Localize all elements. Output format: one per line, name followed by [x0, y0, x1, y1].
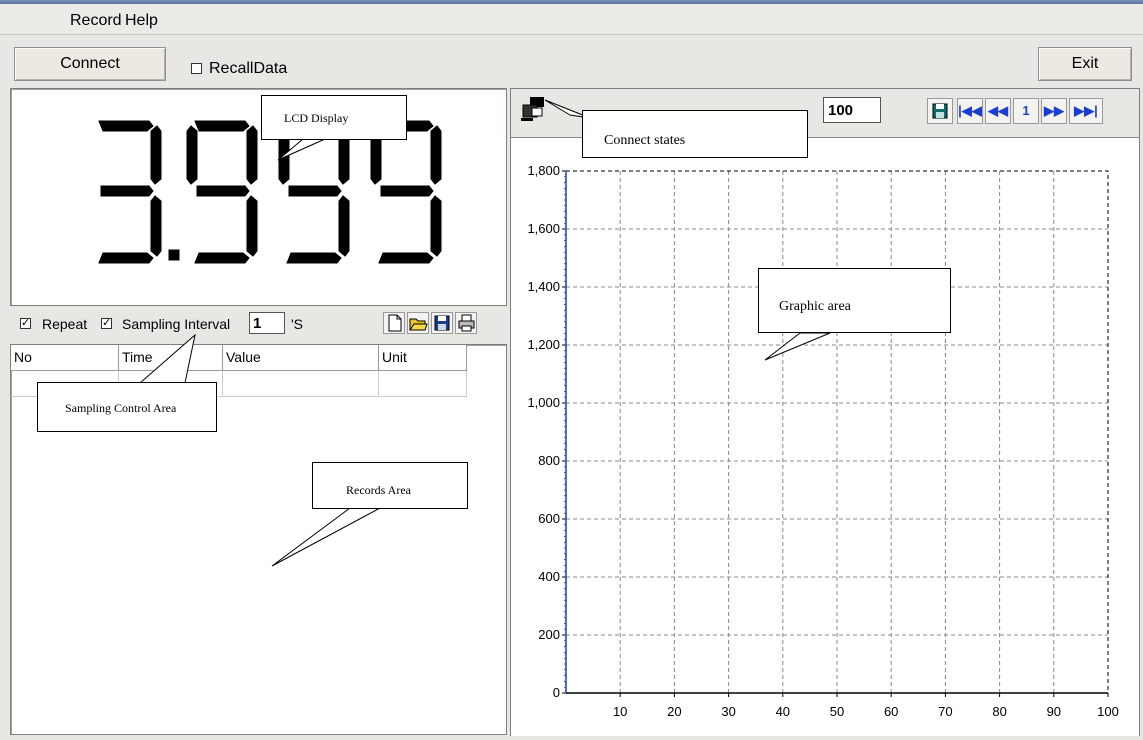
- recall-data-label: RecallData: [209, 60, 288, 77]
- interval-unit-label: 'S: [291, 316, 304, 332]
- next-page-icon[interactable]: ▶▶: [1041, 98, 1067, 124]
- column-header-value[interactable]: Value: [223, 345, 379, 371]
- lcd-digit-3: [98, 120, 162, 264]
- save-icon[interactable]: [431, 312, 453, 334]
- x-tick-label: 50: [830, 704, 844, 719]
- y-tick-label: 800: [538, 453, 560, 468]
- table-cell: [223, 371, 379, 397]
- y-tick-label: 1,800: [527, 163, 560, 178]
- y-tick-label: 1,000: [527, 395, 560, 410]
- menu-record[interactable]: Record: [70, 12, 122, 30]
- repeat-checkbox[interactable]: ✓: [20, 318, 31, 329]
- x-tick-label: 60: [884, 704, 898, 719]
- previous-page-icon[interactable]: ◀◀: [985, 98, 1011, 124]
- last-page-icon[interactable]: ▶▶|: [1069, 98, 1103, 124]
- lcd-display-callout: LCD Display: [261, 95, 407, 140]
- column-header-time[interactable]: Time: [119, 345, 223, 371]
- x-tick-label: 100: [1097, 704, 1119, 719]
- connect-button[interactable]: Connect: [14, 47, 166, 81]
- y-tick-label: 600: [538, 511, 560, 526]
- repeat-label: Repeat: [42, 316, 88, 332]
- graphic-area-callout: Graphic area: [758, 268, 951, 333]
- lcd-display-panel: [10, 88, 507, 306]
- menu-help[interactable]: Help: [125, 12, 158, 30]
- x-tick-label: 30: [721, 704, 735, 719]
- column-header-unit[interactable]: Unit: [379, 345, 467, 371]
- x-tick-label: 10: [613, 704, 627, 719]
- lcd-digit-9b: [278, 120, 350, 264]
- column-header-no[interactable]: No: [11, 345, 119, 371]
- open-folder-icon[interactable]: [407, 312, 429, 334]
- sampling-interval-checkbox[interactable]: ✓: [101, 318, 112, 329]
- x-tick-label: 20: [667, 704, 681, 719]
- lcd-digit-9c: [370, 120, 442, 264]
- x-tick-label: 80: [992, 704, 1006, 719]
- page-number: 1: [1013, 98, 1039, 124]
- graph-chart: 0 200 400 600 800 1,000 1,200 1,400 1,600 1,800 10…: [527, 163, 1119, 719]
- window-edge: [0, 0, 1143, 4]
- table-cell: [379, 371, 467, 397]
- new-file-icon[interactable]: [383, 312, 405, 334]
- x-tick-label: 70: [938, 704, 952, 719]
- lcd-decimal-point: [168, 249, 180, 261]
- records-area-callout: Records Area: [312, 462, 468, 509]
- display-points-input[interactable]: [823, 97, 881, 123]
- graph-save-icon[interactable]: [927, 98, 953, 124]
- connect-states-callout: Connect states: [582, 110, 808, 158]
- y-tick-label: 1,600: [527, 221, 560, 236]
- first-page-icon[interactable]: |◀◀: [957, 98, 983, 124]
- menu-bar: Record Help: [0, 0, 1143, 35]
- y-tick-label: 0: [553, 685, 560, 700]
- x-tick-label: 40: [776, 704, 790, 719]
- y-tick-label: 400: [538, 569, 560, 584]
- sampling-control-callout: Sampling Control Area: [37, 382, 217, 432]
- y-tick-label: 1,400: [527, 279, 560, 294]
- lcd-digit-9a: [186, 120, 258, 264]
- y-tick-label: 1,200: [527, 337, 560, 352]
- connect-state-icon: [520, 96, 552, 124]
- x-tick-label: 90: [1047, 704, 1061, 719]
- print-icon[interactable]: [455, 312, 477, 334]
- recall-data-checkbox[interactable]: [191, 63, 202, 74]
- sampling-interval-input[interactable]: [249, 312, 285, 334]
- exit-button[interactable]: Exit: [1038, 47, 1132, 81]
- sampling-interval-label: Sampling Interval: [122, 316, 231, 332]
- y-tick-label: 200: [538, 627, 560, 642]
